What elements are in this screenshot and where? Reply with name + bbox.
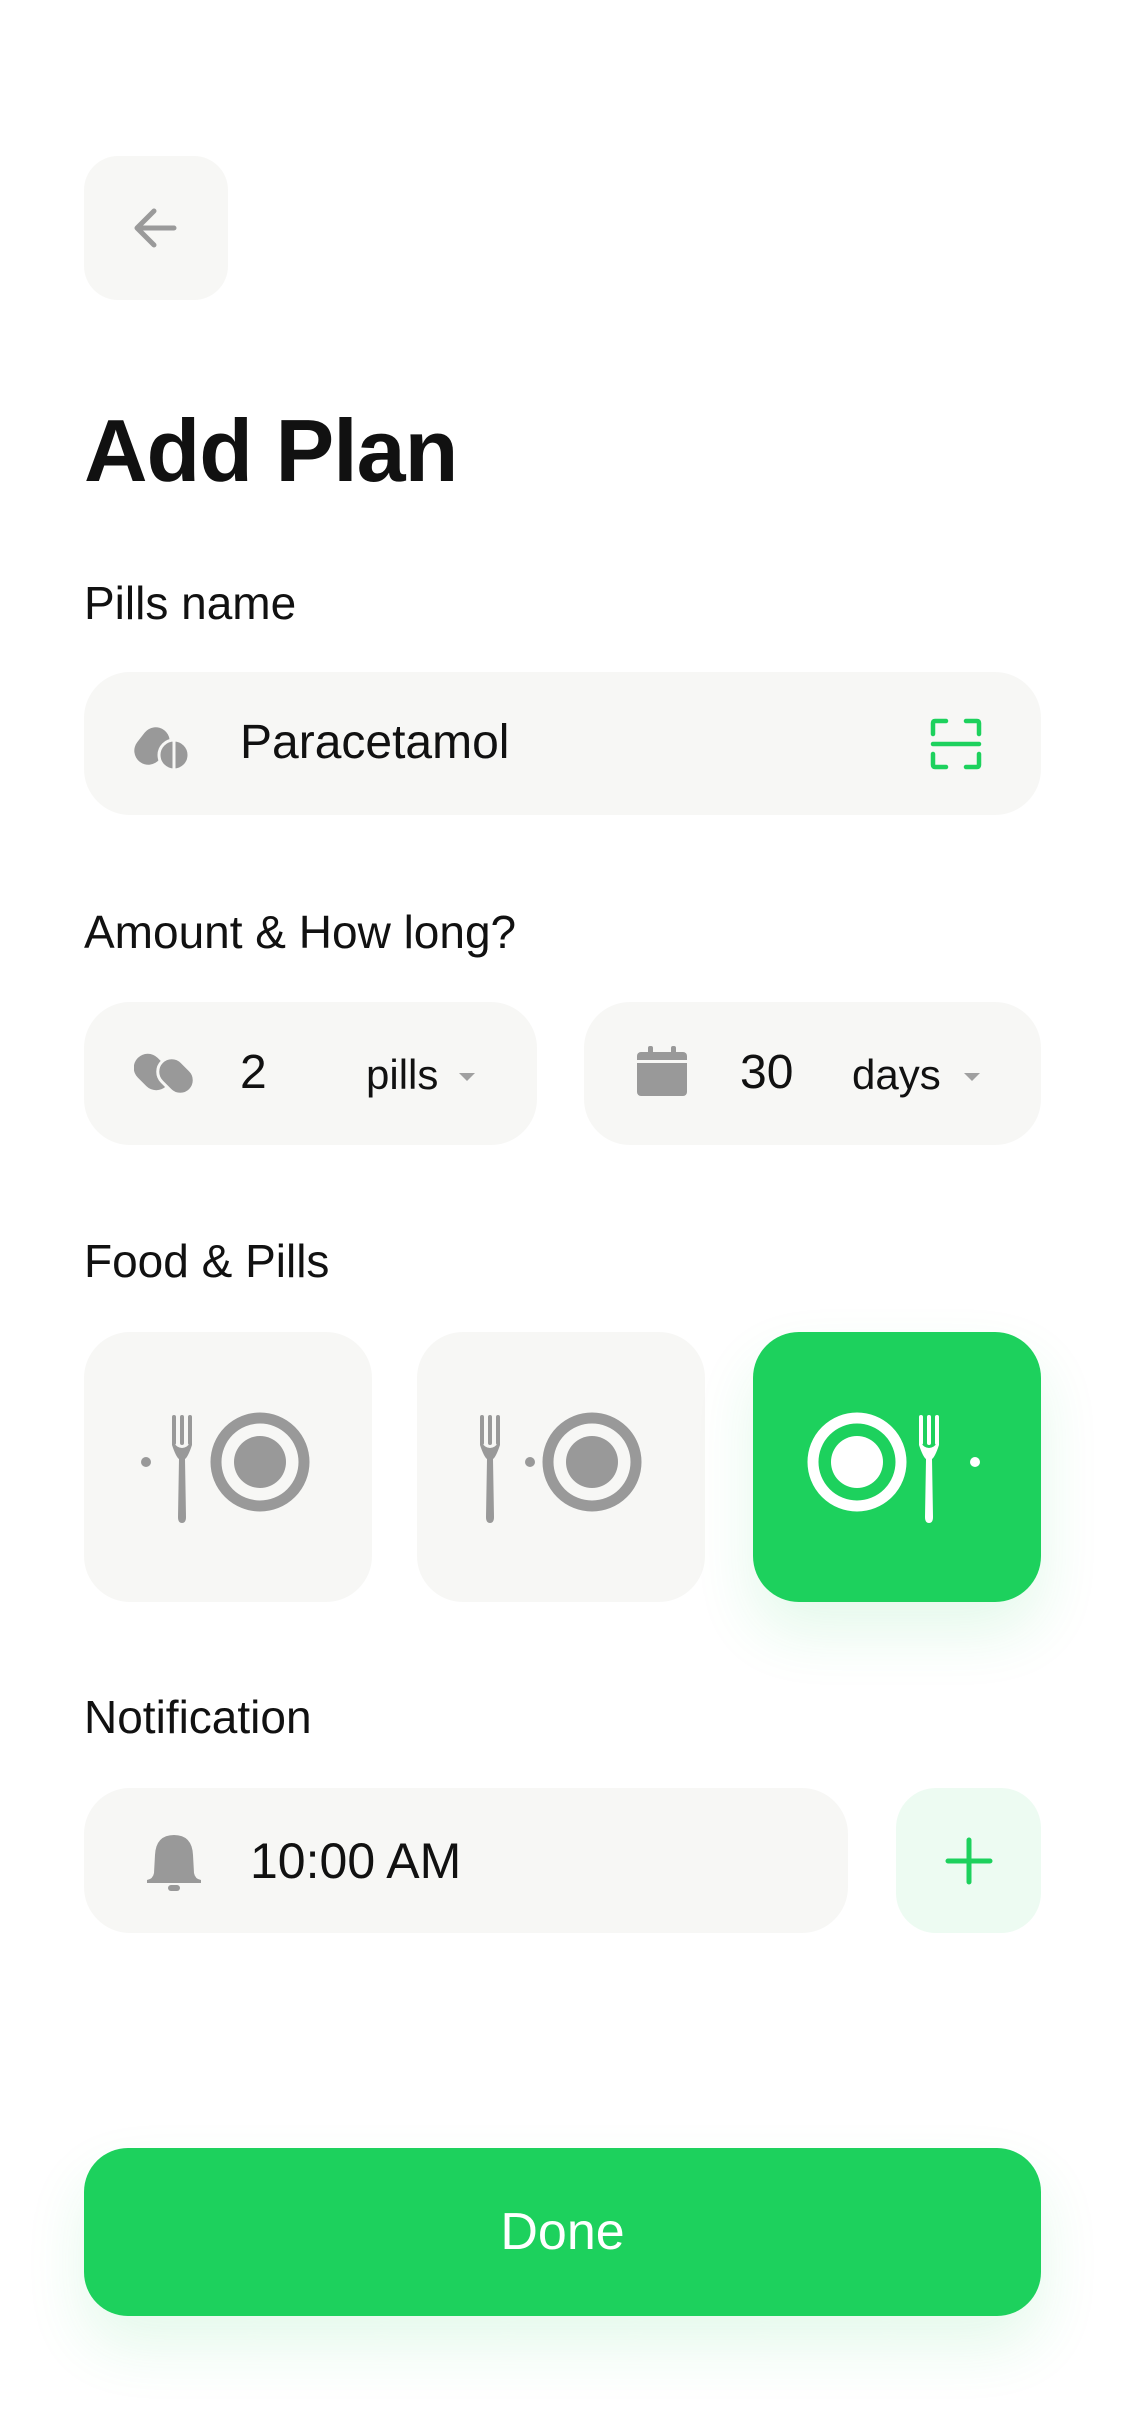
food-pills-label: Food & Pills (84, 1235, 330, 1287)
scan-icon[interactable] (930, 718, 982, 770)
chevron-down-icon (459, 1073, 475, 1081)
pills-amount-field[interactable]: 2 pills (84, 1002, 537, 1145)
done-button[interactable]: Done (84, 2148, 1041, 2316)
days-duration-field[interactable]: 30 days (584, 1002, 1041, 1145)
pill-icon (134, 727, 191, 772)
notification-label: Notification (84, 1691, 312, 1743)
notification-time: 10:00 AM (250, 1833, 462, 1889)
page-title: Add Plan (84, 401, 458, 500)
before-food-option[interactable] (84, 1332, 372, 1602)
calendar-icon (637, 1046, 687, 1096)
before-food-icon (141, 1412, 310, 1523)
pills-icon (134, 1053, 196, 1096)
arrow-left-icon (134, 208, 177, 248)
after-food-icon (807, 1412, 980, 1523)
pills-name-label: Pills name (84, 577, 297, 629)
bell-icon (147, 1835, 201, 1891)
days-count: 30 (740, 1046, 794, 1099)
with-food-icon (480, 1412, 642, 1523)
amount-label: Amount & How long? (84, 906, 517, 958)
chevron-down-icon (964, 1073, 980, 1081)
pills-name-field[interactable]: Paracetamol (84, 672, 1041, 815)
pills-name-value: Paracetamol (240, 716, 510, 769)
back-button[interactable] (84, 156, 228, 300)
days-unit-select[interactable]: days (852, 1051, 941, 1099)
pills-unit-select[interactable]: pills (366, 1051, 438, 1099)
after-food-option[interactable] (753, 1332, 1041, 1602)
notification-time-field[interactable]: 10:00 AM (84, 1788, 848, 1933)
plus-icon (945, 1837, 992, 1884)
add-notification-button[interactable] (896, 1788, 1041, 1933)
pills-count: 2 (240, 1046, 267, 1099)
with-food-option[interactable] (417, 1332, 705, 1602)
